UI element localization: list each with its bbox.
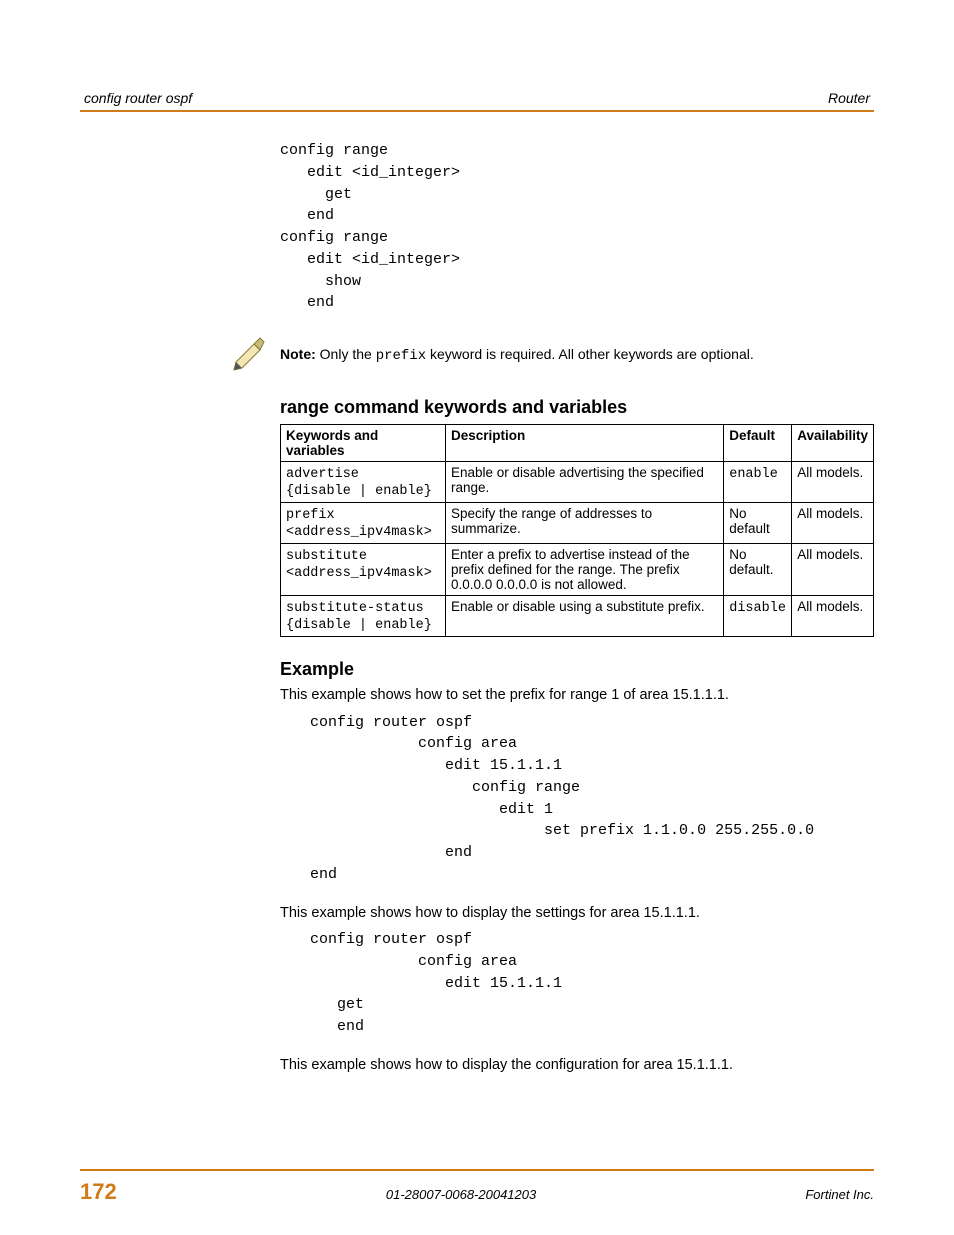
doc-id: 01-28007-0068-20041203 — [386, 1187, 536, 1202]
example-heading: Example — [280, 659, 874, 680]
kw-line: prefix — [286, 508, 335, 523]
kw-line: substitute — [286, 549, 367, 564]
cell-def: No default — [724, 503, 792, 544]
cell-kw: advertise {disable | enable} — [281, 462, 446, 503]
example-code-1: config router ospf config area edit 15.1… — [310, 712, 874, 886]
table-row: substitute-status {disable | enable} Enab… — [281, 596, 874, 637]
th-description: Description — [446, 425, 724, 462]
keywords-table: Keywords and variables Description Defau… — [280, 424, 874, 637]
note-text: Note: Only the prefix keyword is require… — [280, 346, 754, 364]
cell-avail: All models. — [792, 596, 874, 637]
cell-def: disable — [724, 596, 792, 637]
header-right: Router — [828, 90, 870, 106]
page-number: 172 — [80, 1179, 117, 1205]
company: Fortinet Inc. — [805, 1187, 874, 1202]
note-icon — [230, 332, 270, 377]
table-row: prefix <address_ipv4mask> Specify the ran… — [281, 503, 874, 544]
note-after: keyword is required. All other keywords … — [426, 346, 754, 362]
table-section: range command keywords and variables Key… — [280, 397, 874, 1075]
footer: 172 01-28007-0068-20041203 Fortinet Inc. — [80, 1169, 874, 1205]
table-title: range command keywords and variables — [280, 397, 874, 418]
def-value: enable — [729, 467, 778, 482]
content: config range edit <id_integer> get end c… — [280, 140, 874, 314]
th-default: Default — [724, 425, 792, 462]
cell-def: enable — [724, 462, 792, 503]
cell-avail: All models. — [792, 544, 874, 596]
def-value: disable — [729, 601, 786, 616]
cell-kw: substitute <address_ipv4mask> — [281, 544, 446, 596]
kw-line: substitute-status — [286, 601, 424, 616]
note-before: Only the — [316, 346, 376, 362]
note: Note: Only the prefix keyword is require… — [80, 332, 874, 377]
cell-avail: All models. — [792, 503, 874, 544]
header-rule — [80, 110, 874, 112]
cell-kw: substitute-status {disable | enable} — [281, 596, 446, 637]
page: config router ospf Router config range e… — [0, 0, 954, 1235]
kw-line: <address_ipv4mask> — [286, 525, 432, 540]
footer-rule — [80, 1169, 874, 1171]
cell-kw: prefix <address_ipv4mask> — [281, 503, 446, 544]
kw-line: {disable | enable} — [286, 618, 432, 633]
code-block-1: config range edit <id_integer> get end c… — [280, 140, 874, 314]
table-header-row: Keywords and variables Description Defau… — [281, 425, 874, 462]
example-intro-2: This example shows how to display the se… — [280, 904, 874, 924]
cell-desc: Specify the range of addresses to summar… — [446, 503, 724, 544]
cell-def: No default. — [724, 544, 792, 596]
kw-line: {disable | enable} — [286, 484, 432, 499]
example-intro-3: This example shows how to display the co… — [280, 1056, 874, 1076]
header-left: config router ospf — [84, 90, 192, 106]
cell-desc: Enter a prefix to advertise instead of t… — [446, 544, 724, 596]
kw-line: advertise — [286, 467, 359, 482]
note-mono: prefix — [376, 348, 426, 364]
example-code-2: config router ospf config area edit 15.1… — [310, 929, 874, 1038]
th-availability: Availability — [792, 425, 874, 462]
footer-row: 172 01-28007-0068-20041203 Fortinet Inc. — [80, 1179, 874, 1205]
cell-desc: Enable or disable using a substitute pre… — [446, 596, 724, 637]
table-row: substitute <address_ipv4mask> Enter a pre… — [281, 544, 874, 596]
kw-line: <address_ipv4mask> — [286, 566, 432, 581]
th-keywords: Keywords and variables — [281, 425, 446, 462]
running-header: config router ospf Router — [80, 90, 874, 110]
table-row: advertise {disable | enable} Enable or di… — [281, 462, 874, 503]
note-bold: Note: — [280, 346, 316, 362]
cell-desc: Enable or disable advertising the specif… — [446, 462, 724, 503]
example-intro-1: This example shows how to set the prefix… — [280, 686, 874, 706]
cell-avail: All models. — [792, 462, 874, 503]
